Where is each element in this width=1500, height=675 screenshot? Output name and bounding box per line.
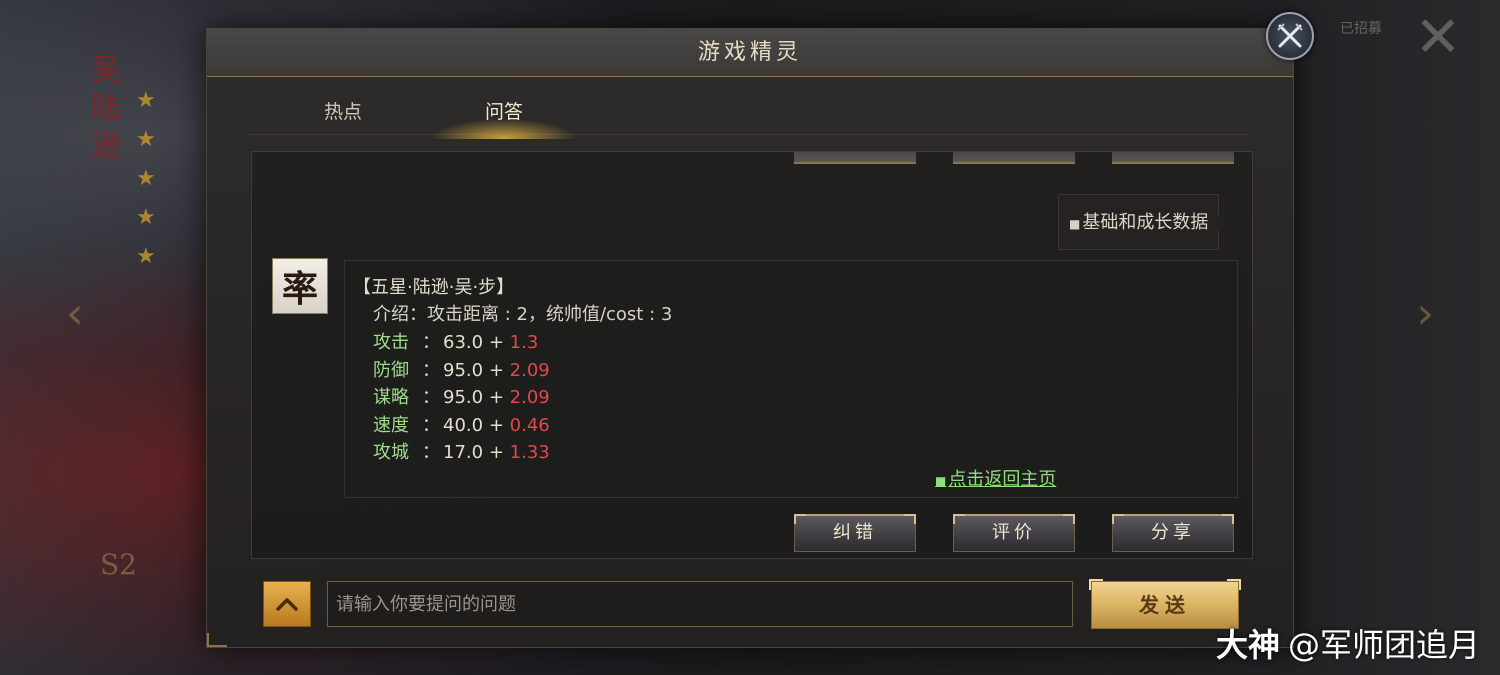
stat-base: 95.0 <box>443 359 484 381</box>
stat-colon: ： <box>422 442 440 463</box>
stat-growth: 1.3 <box>509 332 539 353</box>
answer-intro: 介绍：攻击距离 : 2，统帅值/cost : 3 <box>373 304 673 325</box>
bullet-icon: ■ <box>935 474 947 488</box>
rate-button[interactable]: 评价 <box>953 514 1075 552</box>
stat-colon: ： <box>422 387 440 408</box>
stat-growth: 0.46 <box>509 414 550 436</box>
tab-qa[interactable]: 问答 <box>424 97 584 139</box>
stat-plus: + <box>488 442 504 463</box>
stat-growth: 2.09 <box>509 359 550 381</box>
stat-growth: 1.33 <box>509 442 550 463</box>
stat-plus: + <box>488 414 504 436</box>
prev-correct-button[interactable] <box>794 152 916 164</box>
stat-growth: 2.09 <box>509 387 550 408</box>
watermark-handle: @军师团追月 <box>1287 626 1480 664</box>
stat-plus: + <box>488 332 504 353</box>
answer-title: 【五星·陆逊·吴·步】 <box>353 277 515 298</box>
stat-plus: + <box>488 359 504 381</box>
prev-hero-arrow-icon[interactable]: ‹ <box>66 288 84 339</box>
background-hero-name: 吴陆逊 <box>91 53 121 164</box>
stat-label: 速度 <box>373 414 409 436</box>
stat-base: 40.0 <box>443 414 484 436</box>
season-badge: S2 <box>100 548 137 581</box>
stat-colon: ： <box>422 332 440 353</box>
dialog-title: 游戏精灵 <box>697 40 802 65</box>
watermark: 大神 @军师团追月 <box>1216 620 1480 664</box>
bullet-icon: ■ <box>1069 217 1081 231</box>
stat-label: 攻击 <box>373 332 409 353</box>
stat-base: 17.0 <box>443 442 484 463</box>
back-link-label: 点击返回主页 <box>948 469 1057 490</box>
star-icon: ★ <box>136 88 156 113</box>
user-question-text: 基础和成长数据 <box>1082 212 1209 233</box>
stat-label: 谋略 <box>373 387 409 408</box>
prev-rate-button[interactable] <box>953 152 1075 164</box>
background-close-icon[interactable]: ✕ <box>1406 6 1470 70</box>
question-input[interactable] <box>327 581 1073 627</box>
corner-ornament <box>207 633 227 647</box>
stat-base: 95.0 <box>443 387 484 408</box>
prev-share-button[interactable] <box>1112 152 1234 164</box>
stat-row-defense: 防御 ： 95.0 + 2.09 <box>353 356 1237 384</box>
assistant-answer-bubble: 【五星·陆逊·吴·步】 介绍：攻击距离 : 2，统帅值/cost : 3 攻击 ：… <box>344 260 1238 498</box>
stat-plus: + <box>488 387 504 408</box>
stat-label: 攻城 <box>373 442 409 463</box>
dialog-header: 游戏精灵 <box>207 29 1293 77</box>
background-star-rating: ★ ★ ★ ★ ★ <box>136 90 162 285</box>
stat-row-siege: 攻城 ： 17.0 + 1.33 <box>353 438 1237 466</box>
crossed-swords-icon <box>1277 23 1303 48</box>
stat-row-strategy: 谋略 ： 95.0 + 2.09 <box>353 383 1237 411</box>
star-icon: ★ <box>136 205 156 230</box>
next-hero-arrow-icon[interactable]: › <box>1416 288 1434 339</box>
star-icon: ★ <box>136 166 156 191</box>
star-icon: ★ <box>136 244 156 269</box>
expand-up-button[interactable] <box>263 581 311 627</box>
share-button[interactable]: 分享 <box>1112 514 1234 552</box>
star-icon: ★ <box>136 127 156 152</box>
correct-button[interactable]: 纠错 <box>794 514 916 552</box>
assistant-avatar: 率 <box>272 258 328 314</box>
tab-hot-topics[interactable]: 热点 <box>283 97 403 133</box>
back-to-home-link[interactable]: ■ 点击返回主页 <box>935 465 1056 491</box>
stat-colon: ： <box>422 359 440 381</box>
stat-row-attack: 攻击 ： 63.0 + 1.3 <box>353 328 1237 356</box>
background-status-text: 已招募 <box>1340 21 1382 37</box>
chevron-up-icon <box>276 598 298 611</box>
stat-base: 63.0 <box>443 332 484 353</box>
stat-label: 防御 <box>373 359 409 381</box>
tab-bar: 热点 问答 <box>249 85 1249 139</box>
close-dialog-button[interactable] <box>1266 12 1314 60</box>
stat-row-speed: 速度 ： 40.0 + 0.46 <box>353 411 1237 439</box>
watermark-brand: 大神 <box>1215 626 1280 664</box>
user-question-bubble[interactable]: ■ 基础和成长数据 <box>1058 194 1229 250</box>
game-assistant-dialog: 游戏精灵 热点 问答 ■ 基础和成长数据 率 【五星·陆逊·吴·步】 介绍：攻击距… <box>206 28 1294 648</box>
stat-colon: ： <box>422 414 440 436</box>
chat-area[interactable]: ■ 基础和成长数据 率 【五星·陆逊·吴·步】 介绍：攻击距离 : 2，统帅值/c… <box>251 151 1253 559</box>
